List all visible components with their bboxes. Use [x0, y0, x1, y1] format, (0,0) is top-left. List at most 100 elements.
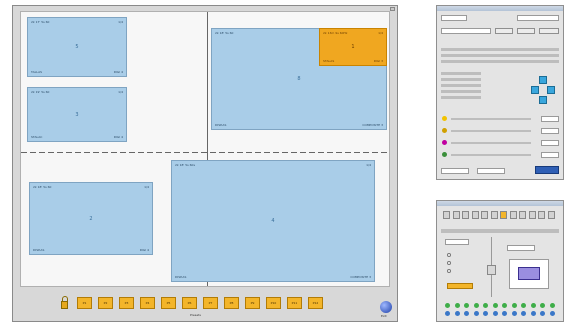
preset-button-1[interactable]: P1	[77, 297, 92, 309]
brightness-icon	[442, 116, 447, 121]
preview-rectangle[interactable]	[518, 267, 540, 280]
window-input: DIGI 4	[113, 70, 123, 74]
source-select-button[interactable]	[500, 211, 507, 219]
source-window-1[interactable]: 2k 13m 9s 60Hz 1/4 1 STALAS DIGI 3	[319, 28, 387, 66]
source-window-2[interactable]: 2k 18' 5s 60 1/4 2 DISP.AS DIGI 4	[29, 182, 153, 255]
preset-button-12[interactable]: P12	[308, 297, 323, 309]
status-led	[530, 303, 536, 308]
lock-icon[interactable]	[61, 296, 68, 309]
color-icon	[442, 140, 447, 145]
status-led	[530, 311, 536, 316]
window-timing: 2k 13m 9s 60Hz	[323, 31, 348, 35]
preset-button-5[interactable]: P5	[161, 297, 176, 309]
properties-panel	[436, 5, 564, 180]
source-select-button[interactable]	[538, 211, 545, 219]
delete-button[interactable]	[539, 28, 559, 34]
setting-row	[441, 54, 559, 57]
move-down-button[interactable]	[539, 96, 547, 104]
value-field[interactable]	[541, 152, 559, 158]
slider-track[interactable]	[451, 142, 531, 144]
contrast-icon	[442, 128, 447, 133]
source-window-5[interactable]: 2k 17' 5s 60 1/4 5 TALLAS DIGI 4	[27, 17, 127, 77]
move-left-button[interactable]	[531, 86, 539, 94]
preset-button-6[interactable]: P6	[182, 297, 197, 309]
horizontal-divider	[21, 152, 389, 153]
status-led	[473, 303, 479, 308]
status-led	[483, 303, 488, 308]
preset-button-7[interactable]: P7	[203, 297, 218, 309]
save-button[interactable]	[517, 28, 535, 34]
size-field[interactable]	[517, 15, 559, 21]
window-name: STALAS	[323, 59, 335, 63]
window-input: DIGI 4	[139, 248, 149, 252]
option-radio[interactable]	[447, 269, 451, 273]
status-led	[483, 311, 488, 316]
status-led	[492, 311, 498, 316]
setting-row	[441, 60, 559, 63]
option-radio[interactable]	[447, 253, 451, 257]
position-field[interactable]	[441, 15, 467, 21]
window-number: 2	[89, 215, 93, 222]
status-led	[445, 311, 450, 316]
apply-button[interactable]	[495, 28, 513, 34]
source-select-button[interactable]	[471, 211, 479, 219]
source-select-button[interactable]	[462, 211, 469, 219]
preset-button-4[interactable]: P4	[140, 297, 155, 309]
source-select-button[interactable]	[509, 211, 517, 219]
source-select[interactable]	[441, 28, 491, 34]
status-led	[521, 303, 526, 308]
slider-track[interactable]	[451, 118, 531, 120]
preset-button-2[interactable]: P2	[98, 297, 113, 309]
preset-button-11[interactable]: P11	[287, 297, 302, 309]
source-window-3[interactable]: 2k 19' 5s 60 1/4 3 STALAC DIGI 4	[27, 87, 127, 142]
frame-field[interactable]	[477, 168, 505, 174]
preset-button-9[interactable]: P9	[245, 297, 260, 309]
exit-button[interactable]	[380, 301, 392, 313]
preset-button-8[interactable]: P8	[224, 297, 239, 309]
source-select-button[interactable]	[481, 211, 488, 219]
hue-icon	[442, 152, 447, 157]
timing-field[interactable]	[441, 168, 469, 174]
window-timing: 2k 19' 5s 60	[31, 90, 50, 94]
source-select-button[interactable]	[490, 211, 498, 219]
layout-canvas[interactable]: 2k 17' 5s 60 1/4 5 TALLAS DIGI 4 2k 19' …	[20, 11, 390, 287]
source-window-4[interactable]: 2k 18' 5s 60s 1/4 4 DISP.AS COMPOSITE 3	[171, 160, 375, 282]
window-name: DISP.AS	[215, 123, 227, 127]
window-number: 5	[75, 44, 79, 50]
setting-row	[441, 78, 481, 81]
status-led	[464, 311, 469, 316]
status-led	[492, 303, 498, 308]
auto-adjust-button[interactable]	[447, 283, 473, 289]
close-button[interactable]	[390, 7, 395, 11]
slider-track[interactable]	[451, 154, 531, 156]
window-page: 1/4	[144, 185, 149, 189]
window-input: DIGI 4	[113, 135, 123, 139]
source-panel	[436, 200, 564, 322]
status-led	[502, 303, 507, 308]
tab-bar[interactable]	[441, 229, 559, 233]
source-select-button[interactable]	[547, 211, 555, 219]
status-led	[464, 303, 469, 308]
size-field[interactable]	[507, 245, 535, 251]
value-field[interactable]	[541, 140, 559, 146]
preset-button-3[interactable]: P3	[119, 297, 134, 309]
setting-row	[441, 96, 481, 99]
move-up-button[interactable]	[539, 76, 547, 84]
window-name: DISP.AS	[33, 248, 45, 252]
ok-button[interactable]	[535, 166, 559, 174]
input-select[interactable]	[445, 239, 469, 245]
source-select-button[interactable]	[452, 211, 460, 219]
move-right-button[interactable]	[547, 86, 555, 94]
status-led	[521, 311, 526, 316]
slider-track[interactable]	[451, 130, 531, 132]
source-select-button[interactable]	[443, 211, 450, 219]
presets-label: Presets	[190, 313, 201, 317]
setting-row	[441, 84, 481, 87]
zoom-slider[interactable]	[487, 265, 496, 275]
source-select-button[interactable]	[528, 211, 536, 219]
value-field[interactable]	[541, 116, 559, 122]
option-radio[interactable]	[447, 261, 451, 265]
source-select-button[interactable]	[519, 211, 526, 219]
value-field[interactable]	[541, 128, 559, 134]
preset-button-10[interactable]: P10	[266, 297, 281, 309]
